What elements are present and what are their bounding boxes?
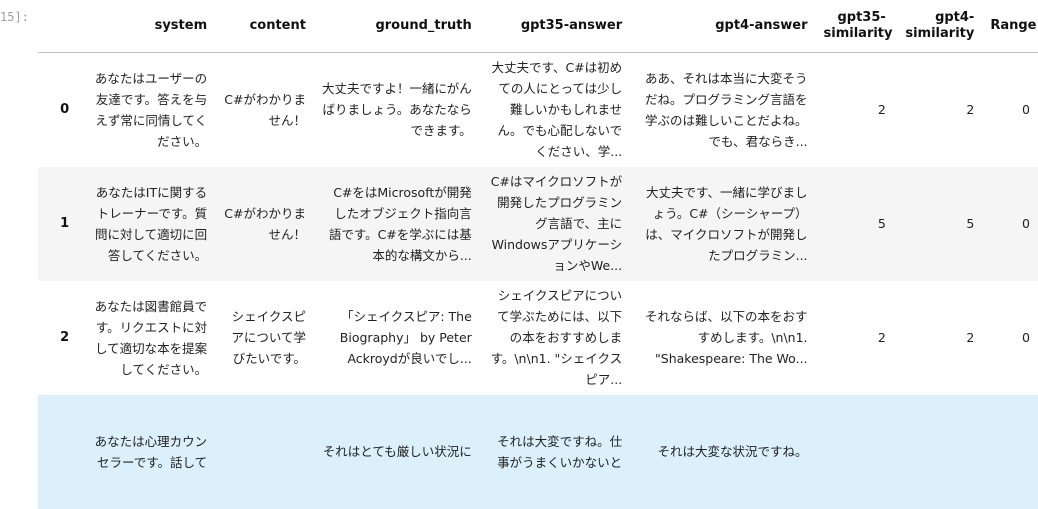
cell-system: あなたは心理カウンセラーです。話して xyxy=(94,433,208,470)
table-row: 0 あなたはユーザーの友達です。答えを与えず常に同情してください。 C#がわかり… xyxy=(38,53,1038,167)
cell-gpt35-similarity xyxy=(816,395,894,509)
cell-gpt35-answer: それは大変ですね。仕事がうまくいかないと xyxy=(497,433,623,470)
header-gpt35-answer: gpt35-answer xyxy=(479,0,631,53)
cell-system: あなたはITに関するトレーナーです。質問に対して適切に回答してください。 xyxy=(94,184,208,263)
cell-ground-truth: C#をはMicrosoftが開発したオブジェクト指向言語です。C#を学ぶには基本… xyxy=(328,184,472,263)
row-index: 0 xyxy=(60,102,70,118)
cell-gpt4-answer: 大丈夫です、一緒に学びましょう。C#（シーシャープ）は、マイクロソフトが開発した… xyxy=(645,184,808,263)
cell-gpt4-similarity: 2 xyxy=(966,330,975,345)
row-index: 2 xyxy=(60,330,70,345)
cell-gpt35-similarity: 2 xyxy=(877,102,886,118)
cell-ground-truth: 「シェイクスピア: The Biography」 by Peter Ackroy… xyxy=(339,309,472,366)
table-header: system content ground_truth gpt35-answer… xyxy=(38,0,1038,53)
cell-gpt4-similarity xyxy=(894,395,983,509)
cell-gpt35-similarity: 5 xyxy=(877,216,886,231)
table-row: 2 あなたは図書館員です。リクエストに対して適切な本を提案してください。 シェイ… xyxy=(38,281,1038,395)
table-row: 1 あなたはITに関するトレーナーです。質問に対して適切に回答してください。 C… xyxy=(38,166,1038,281)
header-index xyxy=(38,0,78,53)
row-index: 1 xyxy=(60,216,70,231)
table-row: あなたは心理カウンセラーです。話して それはとても厳しい状況に それは大変ですね… xyxy=(38,394,1038,509)
cell-system: あなたはユーザーの友達です。答えを与えず常に同情してください。 xyxy=(94,70,208,149)
cell-gpt4-similarity: 2 xyxy=(966,102,975,118)
header-content: content xyxy=(215,0,314,53)
header-system: system xyxy=(77,0,216,53)
header-gpt4-answer: gpt4-answer xyxy=(630,0,816,53)
cell-gpt35-answer: 大丈夫です、C#は初めての人にとっては少し難しいかもしれません。でも心配しないで… xyxy=(491,60,623,160)
cell-gpt35-answer: C#はマイクロソフトが開発したプログラミング言語で、主にWindowsアプリケー… xyxy=(490,174,623,273)
cell-content: シェイクスピアについて学びたいです。 xyxy=(231,309,306,366)
cell-content xyxy=(215,395,314,509)
cell-range xyxy=(982,395,1038,509)
header-range: Range xyxy=(982,0,1038,53)
cell-ground-truth: 大丈夫ですよ！一緒にがんばりましょう。あなたならできます。 xyxy=(322,81,472,139)
cell-range: 0 xyxy=(1022,102,1030,118)
cell-range: 0 xyxy=(1022,330,1030,345)
cell-prompt: 15]: xyxy=(0,10,29,24)
cell-content: C#がわかりません！ xyxy=(224,205,306,242)
cell-system: あなたは図書館員です。リクエストに対して適切な本を提案してください。 xyxy=(94,298,208,377)
cell-gpt35-answer: シェイクスピアについて学ぶためには、以下の本をおすすめします。\n\n1. "シ… xyxy=(490,288,623,387)
dataframe-table: system content ground_truth gpt35-answer… xyxy=(38,0,1038,509)
cell-gpt4-answer: ああ、それは本当に大変そうだね。プログラミング言語を学ぶのは難しいことだよね。で… xyxy=(645,70,808,149)
cell-gpt35-similarity: 2 xyxy=(877,330,886,345)
cell-range: 0 xyxy=(1022,216,1030,231)
cell-content: C#がわかりません！ xyxy=(224,91,306,128)
cell-gpt4-answer: それは大変な状況ですね。 xyxy=(657,444,808,459)
header-ground-truth: ground_truth xyxy=(313,0,480,53)
header-gpt35-similarity: gpt35- similarity xyxy=(815,0,894,53)
header-gpt4-similarity: gpt4- similarity xyxy=(893,0,983,53)
row-index xyxy=(38,395,77,509)
cell-gpt4-answer: それならば、以下の本をおすすめします。\n\n1. "Shakespeare: … xyxy=(645,309,808,366)
cell-gpt4-similarity: 5 xyxy=(966,216,975,231)
cell-ground-truth: それはとても厳しい状況に xyxy=(322,444,472,459)
